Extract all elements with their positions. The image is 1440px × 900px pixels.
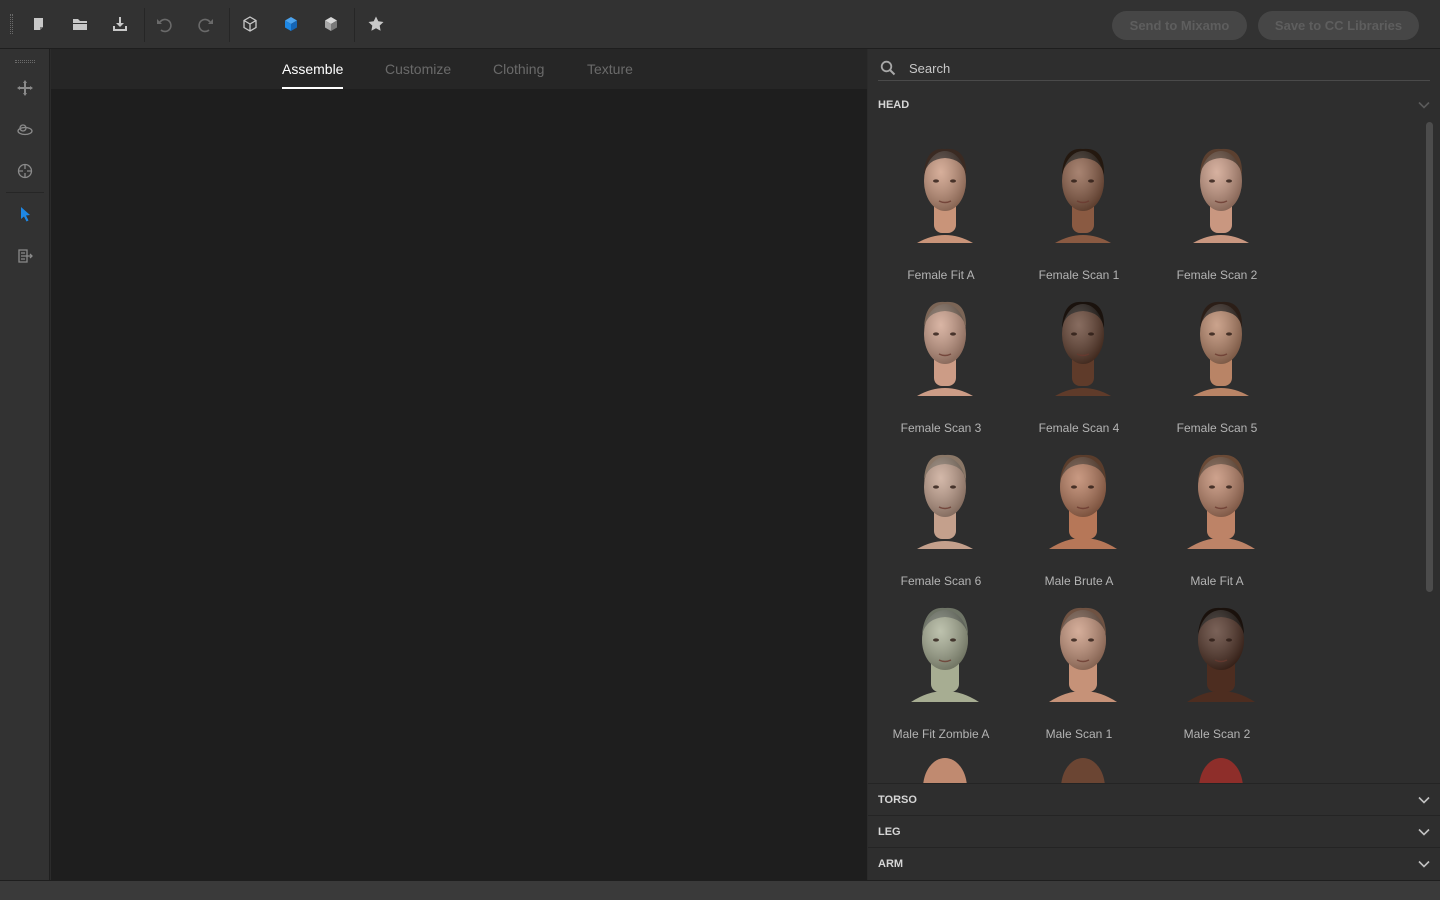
head-grid: Female Fit A Female Scan 1 Female Scan 2 Fe… (868, 129, 1424, 783)
left-tool-rail (0, 49, 50, 880)
head-item-label: Male Scan 2 (1183, 727, 1251, 741)
head-thumbnail-image (917, 301, 973, 396)
head-thumbnail-image (1055, 301, 1111, 396)
download-icon[interactable] (109, 13, 131, 35)
head-item-label: Female Scan 1 (1038, 268, 1120, 282)
head-thumbnail-image (1049, 454, 1117, 549)
head-item[interactable]: Male Scan 1 (1012, 598, 1146, 748)
head-item-label: Female Fit A (907, 268, 975, 282)
mode-tabbar: Assemble Customize Clothing Texture (51, 49, 867, 89)
head-item[interactable]: Female Scan 5 (1150, 292, 1284, 442)
new-file-icon[interactable] (28, 13, 50, 35)
3d-viewport[interactable]: Assemble Customize Clothing Texture (51, 49, 867, 880)
head-thumbnail-image (1049, 607, 1117, 702)
toolbar-divider (144, 8, 145, 42)
head-item[interactable]: Male Fit Zombie A (874, 598, 1008, 748)
section-torso-header[interactable]: TORSO (868, 784, 1440, 816)
head-item-label: Male Fit Zombie A (892, 727, 990, 741)
head-item-partial[interactable] (1012, 756, 1146, 783)
section-torso-label: TORSO (878, 794, 917, 806)
search-input[interactable] (909, 59, 1409, 77)
head-thumbnail-image (917, 454, 973, 549)
tab-customize[interactable]: Customize (385, 61, 451, 89)
head-thumbnail-image (1061, 758, 1105, 783)
section-head-header[interactable]: HEAD (868, 89, 1440, 121)
head-item[interactable]: Male Scan 2 (1150, 598, 1284, 748)
section-head-label: HEAD (878, 99, 910, 111)
section-leg-label: LEG (878, 826, 901, 838)
select-cursor-icon[interactable] (13, 202, 37, 226)
head-item-partial[interactable] (874, 756, 1008, 783)
head-item-label: Female Scan 5 (1176, 421, 1258, 435)
head-thumbnail-image (911, 607, 979, 702)
section-arm-header[interactable]: ARM (868, 848, 1440, 880)
head-item[interactable]: Female Scan 6 (874, 445, 1008, 595)
head-item-label: Female Scan 4 (1038, 421, 1120, 435)
section-leg-header[interactable]: LEG (868, 816, 1440, 848)
head-item-label: Female Scan 3 (900, 421, 982, 435)
chevron-down-icon[interactable] (1418, 860, 1430, 868)
head-item-label: Male Fit A (1190, 574, 1244, 588)
move-icon[interactable] (13, 76, 37, 100)
head-item-label: Male Scan 1 (1045, 727, 1113, 741)
toolbar-divider (229, 8, 230, 42)
cube-blue-icon[interactable] (280, 13, 302, 35)
head-item[interactable]: Female Scan 3 (874, 292, 1008, 442)
cube-shaded-icon[interactable] (320, 13, 342, 35)
head-thumbnail-image (923, 758, 967, 783)
head-item-label: Male Brute A (1044, 574, 1114, 588)
head-thumbnail-image (1187, 607, 1255, 702)
target-icon[interactable] (13, 159, 37, 183)
chevron-down-icon[interactable] (1418, 828, 1430, 836)
save-to-cc-libraries-button[interactable]: Save to CC Libraries (1258, 11, 1419, 40)
undo-icon[interactable] (153, 13, 175, 35)
toolbar-grip[interactable] (10, 14, 13, 34)
search-icon (880, 60, 896, 76)
library-panel: HEAD Female Fit A Female Scan 1 Female Sca… (868, 49, 1440, 880)
head-thumbnail-image (1193, 148, 1249, 243)
rail-divider (6, 192, 44, 193)
head-thumbnail-image (917, 148, 973, 243)
chevron-down-icon[interactable] (1418, 796, 1430, 804)
section-arm-label: ARM (878, 858, 904, 870)
head-thumbnail-image (1055, 148, 1111, 243)
rail-grip[interactable] (15, 60, 35, 63)
head-item[interactable]: Female Scan 2 (1150, 139, 1284, 289)
tab-texture[interactable]: Texture (587, 61, 633, 89)
head-item[interactable]: Female Fit A (874, 139, 1008, 289)
status-bar (0, 880, 1440, 900)
head-grid-scrollbar[interactable] (1426, 122, 1433, 592)
head-item-label: Female Scan 2 (1176, 268, 1258, 282)
head-item[interactable]: Female Scan 1 (1012, 139, 1146, 289)
tab-clothing[interactable]: Clothing (493, 61, 544, 89)
toolbar-divider (354, 8, 355, 42)
open-folder-icon[interactable] (69, 13, 91, 35)
app-window: Send to Mixamo Save to CC Libraries Asse… (0, 0, 1440, 900)
orbit-icon[interactable] (13, 118, 37, 142)
head-thumbnail-image (1193, 301, 1249, 396)
export-icon[interactable] (13, 244, 37, 268)
head-item[interactable]: Female Scan 4 (1012, 292, 1146, 442)
head-item[interactable]: Male Brute A (1012, 445, 1146, 595)
tab-assemble[interactable]: Assemble (282, 61, 344, 89)
cube-outline-icon[interactable] (239, 13, 261, 35)
head-item-partial[interactable] (1150, 756, 1284, 783)
head-thumbnail-image (1187, 454, 1255, 549)
search-bar (878, 57, 1430, 81)
head-item[interactable]: Male Fit A (1150, 445, 1284, 595)
head-item-label: Female Scan 6 (900, 574, 982, 588)
head-thumbnail-image (1199, 758, 1243, 783)
star-icon[interactable] (365, 13, 387, 35)
top-toolbar: Send to Mixamo Save to CC Libraries (0, 0, 1440, 49)
redo-icon[interactable] (195, 13, 217, 35)
send-to-mixamo-button[interactable]: Send to Mixamo (1112, 11, 1247, 40)
chevron-down-icon[interactable] (1418, 101, 1430, 109)
